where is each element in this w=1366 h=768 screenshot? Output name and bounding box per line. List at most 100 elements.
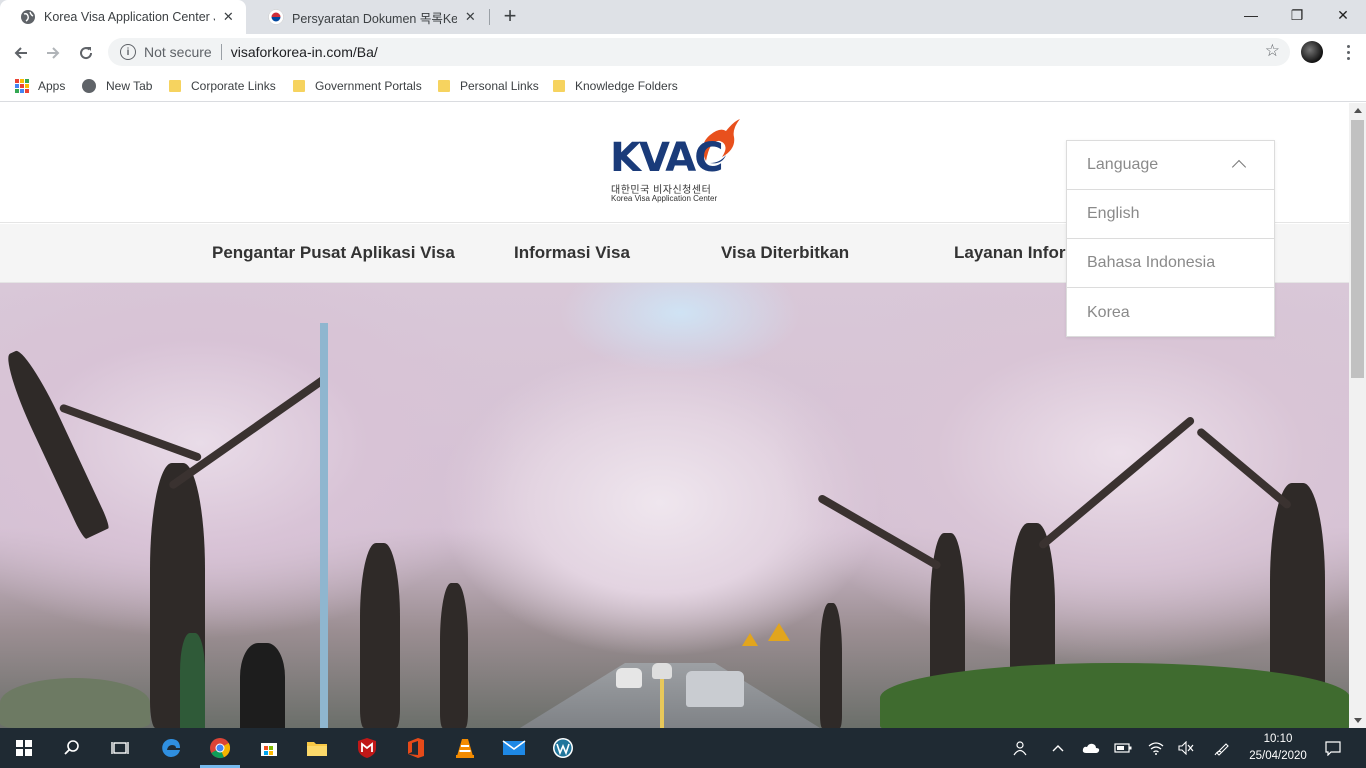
tree-branch — [167, 374, 328, 491]
car — [686, 671, 744, 707]
logo-english-text: Korea Visa Application Center — [611, 194, 718, 203]
hedge — [0, 678, 150, 728]
folder-icon — [169, 80, 181, 92]
back-button[interactable] — [8, 40, 34, 66]
tab-korea-visa[interactable]: Korea Visa Application Center Jak ✕ — [0, 0, 246, 34]
battery-icon[interactable] — [1113, 738, 1133, 758]
restore-button[interactable]: ❐ — [1274, 0, 1320, 30]
new-tab-button[interactable]: + — [498, 5, 522, 29]
omnibox-divider — [220, 44, 222, 60]
tab-close-icon[interactable]: ✕ — [221, 9, 236, 25]
volume-muted-icon[interactable] — [1176, 738, 1196, 758]
tab-separator — [489, 9, 490, 25]
folder-icon — [438, 80, 450, 92]
pedestrian — [240, 643, 285, 728]
people-icon[interactable] — [1009, 738, 1029, 758]
browser-toolbar: i Not secure visaforkorea-in.com/Ba/ ☆ — [0, 34, 1366, 70]
minimize-button[interactable]: — — [1228, 0, 1274, 30]
tree-branch — [1195, 426, 1293, 511]
address-bar[interactable]: i Not secure visaforkorea-in.com/Ba/ ☆ — [108, 38, 1290, 66]
bookmark-personal-links[interactable]: Personal Links — [438, 76, 539, 96]
clock-time: 10:10 — [1263, 733, 1293, 745]
bookmark-label: Apps — [38, 79, 66, 93]
file-explorer-icon[interactable] — [303, 734, 331, 762]
profile-avatar[interactable] — [1301, 41, 1323, 63]
scroll-up-arrow-icon[interactable] — [1354, 108, 1362, 113]
security-label: Not secure — [144, 44, 212, 60]
tab-close-icon[interactable]: ✕ — [463, 9, 478, 25]
arrow-left-icon — [14, 47, 27, 59]
language-option-bahasa-indonesia[interactable]: Bahasa Indonesia — [1067, 239, 1274, 288]
bookmark-knowledge-folders[interactable]: Knowledge Folders — [553, 76, 678, 96]
action-center-icon[interactable] — [1323, 738, 1343, 758]
chrome-icon[interactable] — [206, 734, 234, 762]
bookmark-label: Government Portals — [315, 79, 422, 93]
warning-sign — [768, 623, 790, 641]
language-option-korea[interactable]: Korea — [1067, 288, 1274, 337]
hero-image-cherry-blossoms — [0, 283, 1349, 728]
edge-icon[interactable] — [157, 734, 185, 762]
tab-title: Korea Visa Application Center Jak — [44, 10, 215, 24]
office-icon[interactable] — [402, 734, 430, 762]
nav-informasi-visa[interactable]: Informasi Visa — [514, 243, 630, 263]
taskbar-clock[interactable]: 10:10 25/04/2020 — [1240, 731, 1316, 765]
scroll-thumb[interactable] — [1351, 120, 1364, 378]
reload-button[interactable] — [73, 40, 99, 66]
tree-trunk — [360, 543, 400, 728]
tree-trunk — [0, 346, 111, 540]
globe-icon — [82, 79, 96, 93]
tree-branch — [1037, 415, 1196, 551]
wifi-icon[interactable] — [1146, 738, 1166, 758]
bookmark-apps[interactable]: Apps — [15, 76, 65, 96]
url-text[interactable]: visaforkorea-in.com/Ba/ — [231, 44, 378, 60]
car — [652, 663, 672, 679]
show-hidden-icons-chevron-icon[interactable] — [1048, 738, 1068, 758]
tab-persyaratan[interactable]: Persyaratan Dokumen 목록Kedut ✕ — [248, 0, 488, 34]
bookmark-label: Personal Links — [460, 79, 539, 93]
tree-trunk — [820, 603, 842, 728]
tree-trunk — [440, 583, 468, 728]
korea-flag-icon — [268, 9, 284, 25]
reload-icon — [80, 47, 93, 60]
kvac-logo[interactable]: KVAC 대한민국 비자신청센터 Korea Visa Application … — [608, 117, 743, 207]
street-lamp — [320, 323, 328, 728]
task-view-icon[interactable] — [106, 734, 134, 762]
wordpress-icon[interactable] — [549, 734, 577, 762]
store-icon[interactable] — [255, 734, 283, 762]
nav-pengantar[interactable]: Pengantar Pusat Aplikasi Visa — [212, 243, 455, 263]
page-scrollbar[interactable] — [1349, 103, 1366, 728]
windows-start-icon[interactable] — [10, 734, 38, 762]
tab-strip: Korea Visa Application Center Jak ✕ Pers… — [0, 0, 1366, 34]
car — [616, 668, 642, 688]
language-toggle[interactable]: Language — [1067, 141, 1274, 190]
folder-icon — [293, 80, 305, 92]
mcafee-icon[interactable] — [353, 734, 381, 762]
windows-taskbar: 10:10 25/04/2020 — [0, 728, 1366, 768]
forward-button[interactable] — [40, 40, 66, 66]
bookmark-corporate-links[interactable]: Corporate Links — [169, 76, 276, 96]
bookmark-new-tab[interactable]: New Tab — [82, 76, 152, 96]
nav-layanan-informasi[interactable]: Layanan Inform — [954, 243, 1081, 263]
language-option-english[interactable]: English — [1067, 190, 1274, 239]
browser-menu-icon[interactable] — [1338, 40, 1358, 64]
bookmark-label: New Tab — [106, 79, 153, 93]
tree-branch — [816, 493, 942, 571]
scroll-down-arrow-icon[interactable] — [1354, 718, 1362, 723]
search-icon[interactable] — [58, 734, 86, 762]
language-dropdown[interactable]: Language English Bahasa Indonesia Korea — [1066, 140, 1275, 337]
logo-wordmark: KVAC — [610, 135, 724, 181]
mail-icon[interactable] — [500, 734, 528, 762]
close-window-button[interactable]: ✕ — [1320, 0, 1366, 30]
hedge — [880, 663, 1349, 728]
tree-branch — [58, 403, 203, 463]
vlc-icon[interactable] — [451, 734, 479, 762]
language-label: Language — [1087, 156, 1159, 173]
bookmark-government-portals[interactable]: Government Portals — [293, 76, 422, 96]
nav-visa-diterbitkan[interactable]: Visa Diterbitkan — [721, 243, 849, 263]
chevron-up-icon — [1231, 159, 1247, 175]
pen-workspace-icon[interactable] — [1212, 738, 1232, 758]
warning-sign — [742, 633, 758, 646]
onedrive-cloud-icon[interactable] — [1081, 738, 1101, 758]
bookmark-star-icon[interactable]: ☆ — [1265, 41, 1280, 61]
info-icon[interactable]: i — [120, 44, 136, 60]
